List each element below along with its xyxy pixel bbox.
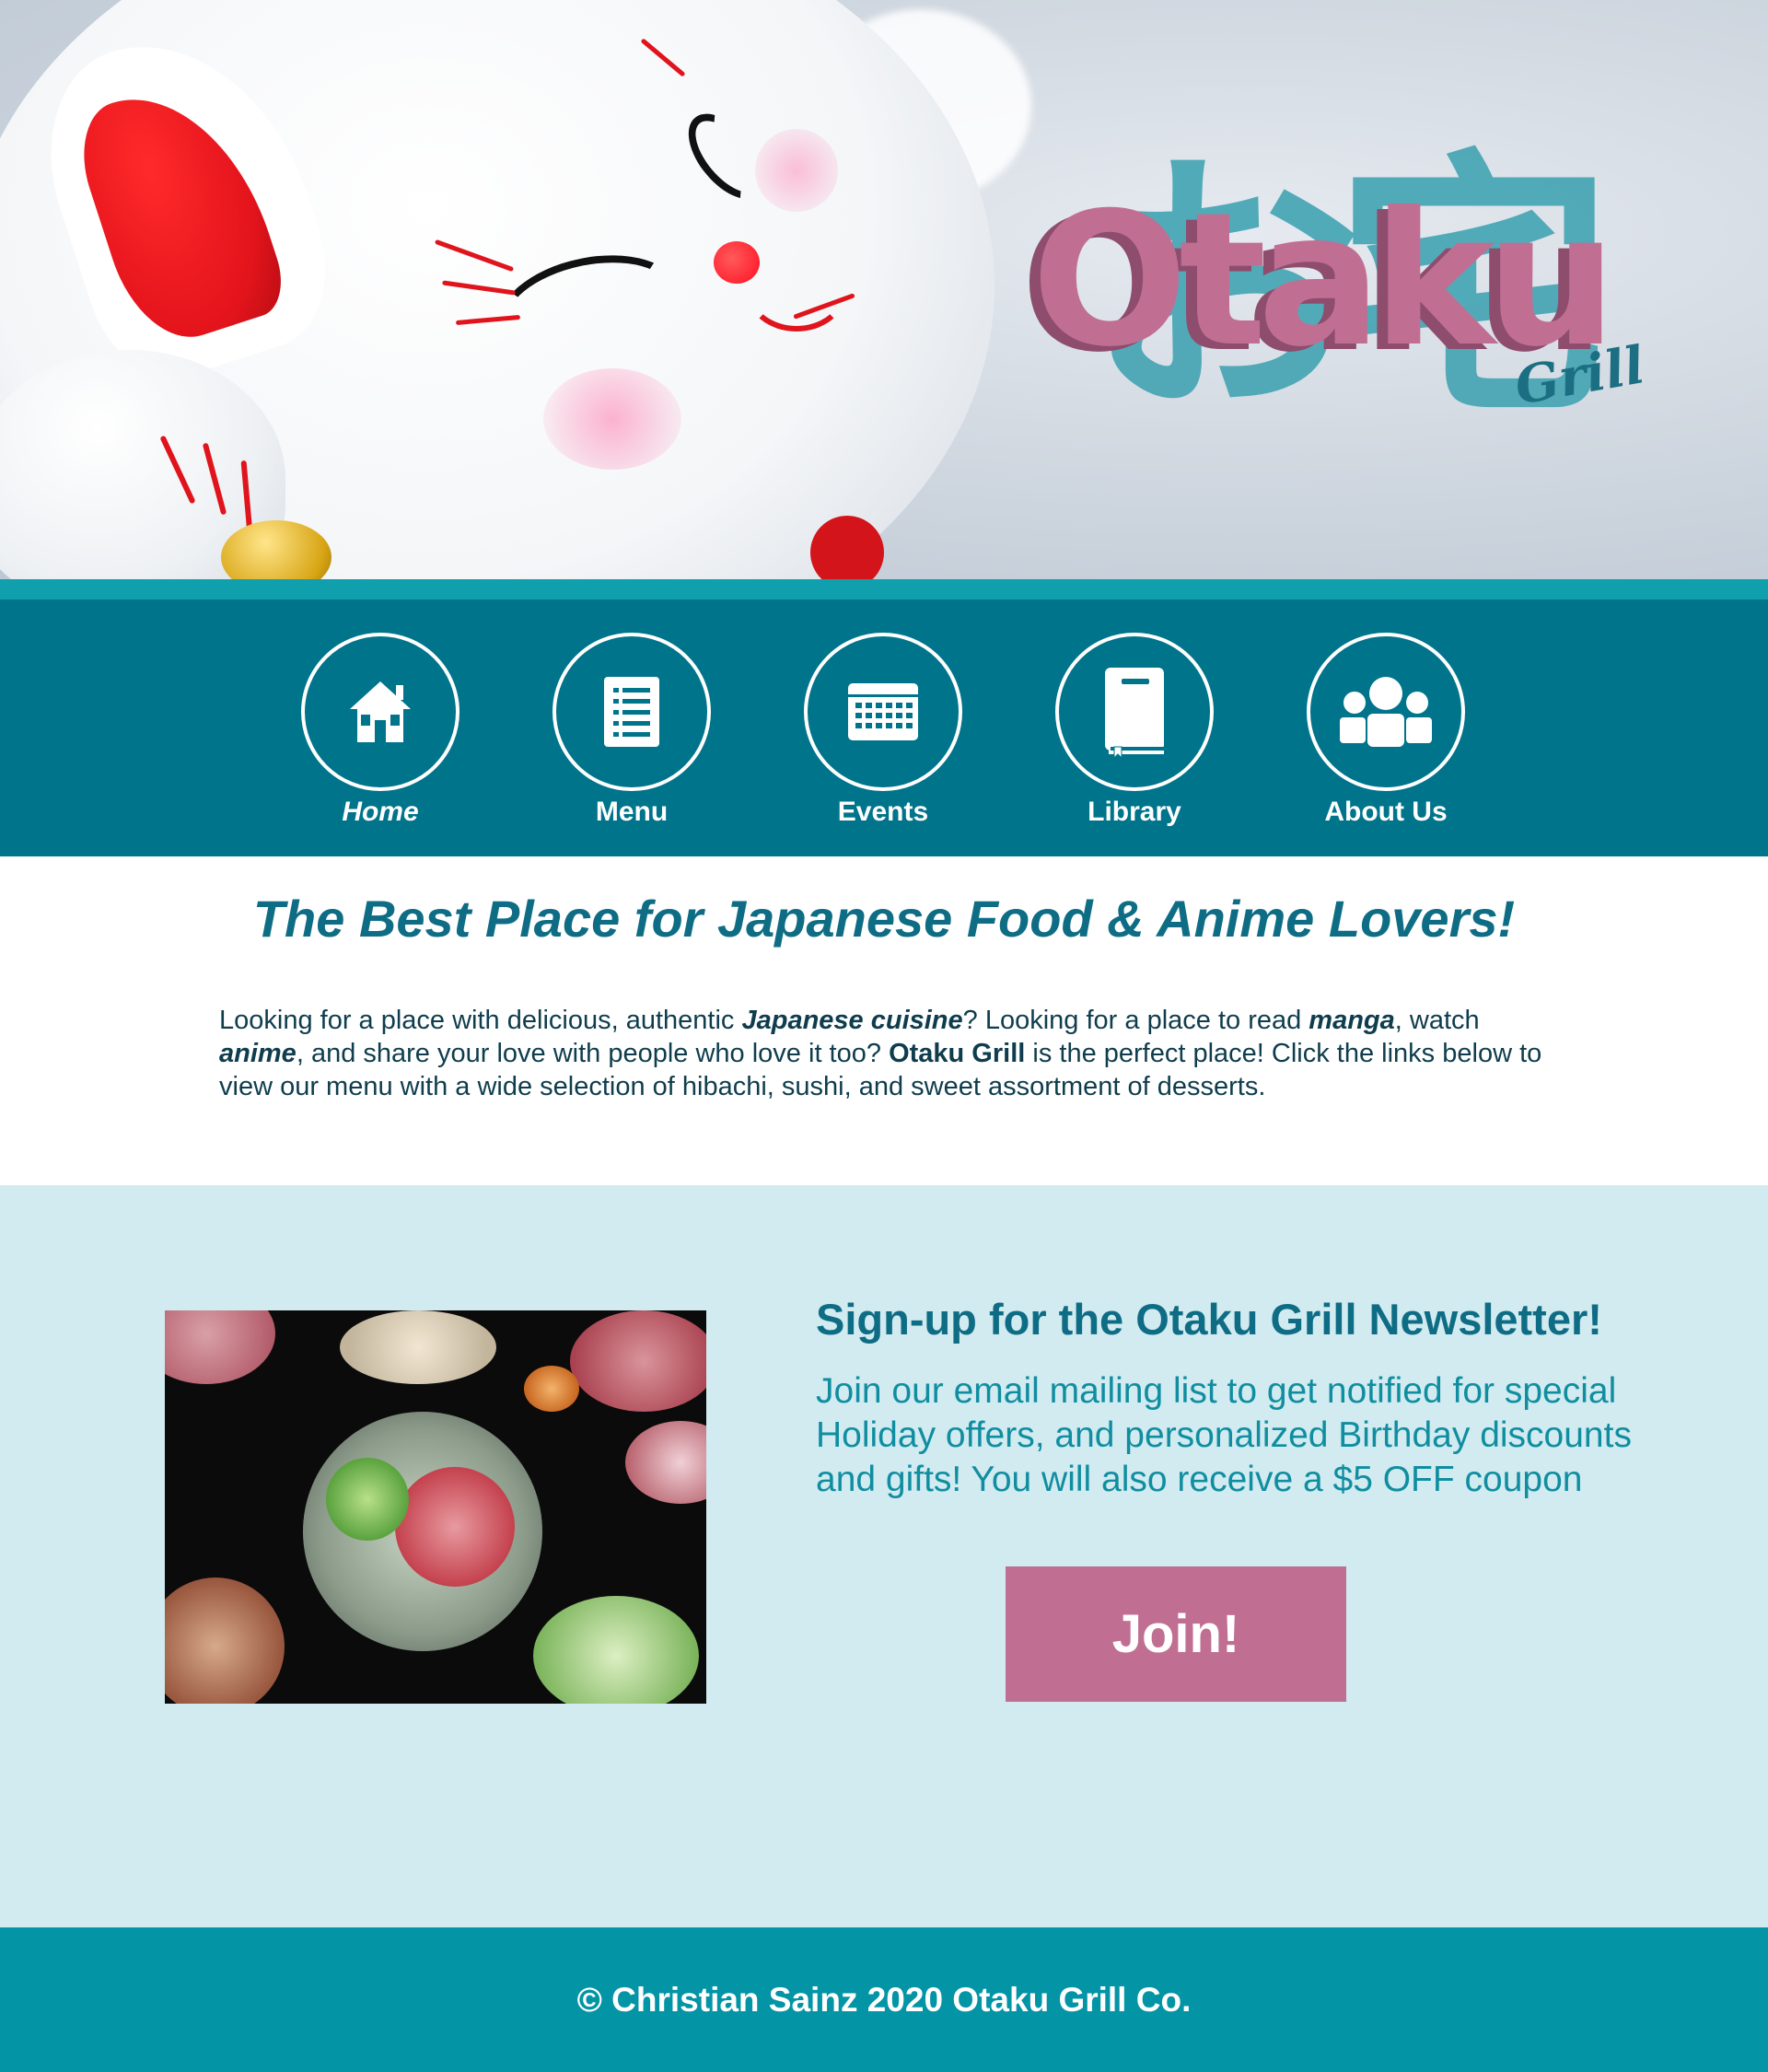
- intro-emphasis: manga: [1309, 1006, 1395, 1035]
- intro-emphasis: anime: [219, 1039, 297, 1068]
- intro-text: Looking for a place with delicious, auth…: [219, 1006, 742, 1035]
- intro-paragraph: Looking for a place with delicious, auth…: [219, 1004, 1554, 1103]
- group-icon: [1340, 677, 1432, 747]
- cat-mouth: [746, 249, 847, 332]
- cat-cheek: [755, 129, 838, 212]
- hotpot-food-image: [165, 1310, 706, 1704]
- nav-circle: [301, 633, 459, 791]
- nav-label: Menu: [595, 797, 669, 827]
- newsletter-description: Join our email mailing list to get notif…: [816, 1371, 1632, 1499]
- nav-label: Home: [342, 797, 419, 827]
- join-button[interactable]: Join!: [1006, 1566, 1346, 1702]
- page-title: The Best Place for Japanese Food & Anime…: [252, 890, 1516, 948]
- logo-wordmark: Otaku: [1031, 173, 1617, 388]
- intro-emphasis: Japanese cuisine: [741, 1006, 963, 1035]
- footer: © Christian Sainz 2020 Otaku Grill Co.: [0, 1927, 1768, 2072]
- home-icon: [350, 681, 411, 742]
- nav-circle: [1307, 633, 1465, 791]
- nav-circle: [552, 633, 711, 791]
- nav-item-menu[interactable]: Menu: [549, 633, 715, 854]
- intro-text: ? Looking for a place to read: [962, 1006, 1309, 1035]
- nav-label: About Us: [1324, 797, 1448, 827]
- intro-brand: Otaku Grill: [889, 1039, 1026, 1068]
- nav-item-home[interactable]: Home: [297, 633, 463, 854]
- nav-item-library[interactable]: Library: [1052, 633, 1217, 854]
- main-nav: Home Menu Events Library About Us: [0, 599, 1768, 856]
- otaku-grill-logo[interactable]: お宅 Otaku Grill: [1031, 152, 1694, 447]
- nav-label: Events: [837, 797, 929, 827]
- calendar-icon: [848, 683, 918, 740]
- menu-list-icon: [604, 677, 659, 747]
- intro-text: , watch: [1394, 1006, 1480, 1035]
- book-icon: [1105, 668, 1164, 758]
- intro-text: , and share your love with people who lo…: [296, 1039, 890, 1068]
- nav-item-events[interactable]: Events: [800, 633, 966, 854]
- cat-cheek: [543, 368, 681, 470]
- newsletter-section: Sign-up for the Otaku Grill Newsletter! …: [0, 1185, 1768, 1927]
- nav-accent-strip: [0, 579, 1768, 599]
- nav-circle: [804, 633, 962, 791]
- hero-banner: お宅 Otaku Grill: [0, 0, 1768, 579]
- copyright-text: © Christian Sainz 2020 Otaku Grill Co.: [576, 1980, 1192, 2019]
- nav-label: Library: [1088, 797, 1181, 827]
- nav-circle: [1055, 633, 1214, 791]
- newsletter-title: Sign-up for the Otaku Grill Newsletter!: [816, 1295, 1602, 1344]
- nav-item-about-us[interactable]: About Us: [1303, 633, 1469, 854]
